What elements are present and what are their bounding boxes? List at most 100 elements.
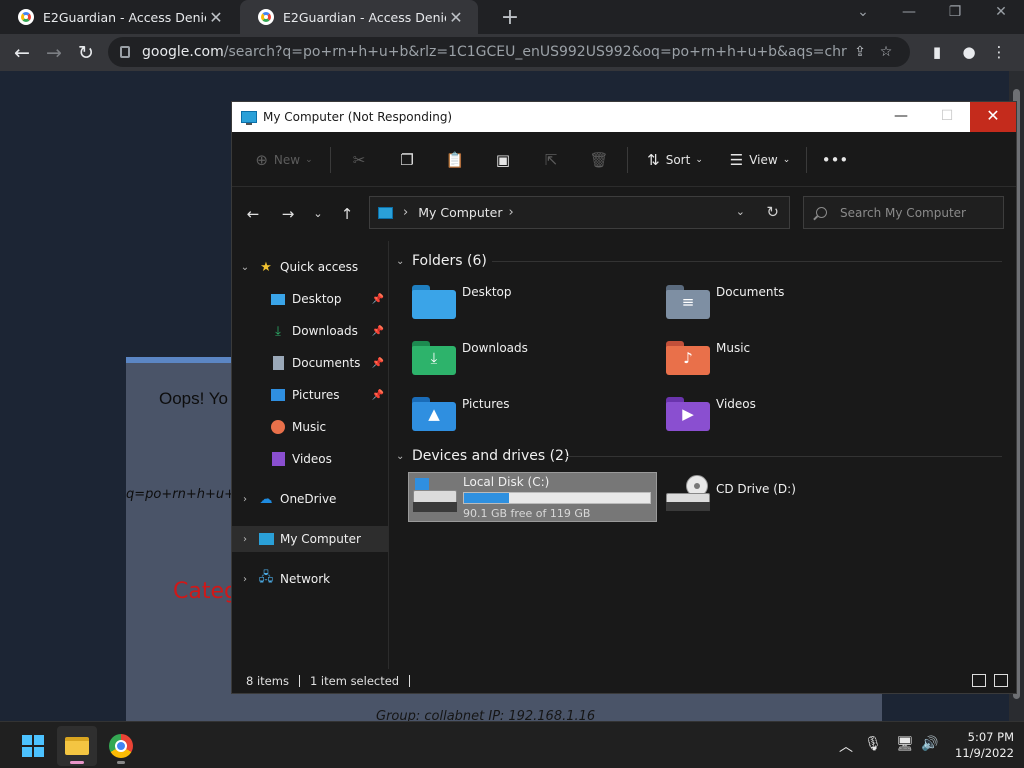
share-button[interactable]: ⇱ [527,143,575,177]
nav-quick-access[interactable]: ⌄ ★ Quick access [232,254,388,280]
reload-icon[interactable]: ↻ [70,37,102,69]
close-tab-icon[interactable]: ✕ [446,8,466,27]
rename-button[interactable]: ▣ [479,143,527,177]
side-panel-icon[interactable]: ▮ [925,40,949,64]
tab-title: E2Guardian - Access Denied [43,9,206,25]
new-button[interactable]: ⊕ New ⌄ [242,143,326,177]
search-icon [816,207,827,218]
address-dropdown-icon[interactable]: ⌄ [736,205,745,218]
volume-icon[interactable]: 🔊 [919,736,941,752]
taskbar: ︿ 🎙 🖥 🔊 5:07 PM 11/9/2022 [0,721,1024,768]
folder-music[interactable]: ♪ Music [662,337,902,387]
start-button[interactable] [13,726,53,766]
view-icon: ☰ [729,150,744,169]
refresh-icon[interactable]: ↻ [766,203,779,221]
command-bar: ⊕ New ⌄ ✂ ❐ 📋 ▣ ⇱ 🗑 ⇅ Sort ⌄ ☰ View ⌄ ••• [232,133,1016,187]
search-box[interactable]: Search My Computer [803,196,1004,229]
scissors-icon: ✂ [352,150,366,169]
url-text[interactable]: google.com/search?q=po+rn+h+u+b&rlz=1C1G… [142,44,847,60]
navigation-pane: ⌄ ★ Quick access Desktop 📌 ⤓ Downloads 📌 Do… [232,241,389,669]
chrome-taskbar-button[interactable] [101,726,141,766]
maximize-button[interactable]: ☐ [924,102,970,132]
view-button[interactable]: ☰ View ⌄ [718,143,802,177]
folder-pictures[interactable]: ▲ Pictures [408,393,648,443]
drive-name: Local Disk (C:) [463,475,550,489]
nav-pictures[interactable]: Pictures 📌 [232,382,388,408]
window-titlebar[interactable]: My Computer (Not Responding) — ☐ ✕ [232,102,1016,132]
pin-icon: 📌 [371,357,384,369]
nav-downloads[interactable]: ⤓ Downloads 📌 [232,318,388,344]
nav-desktop[interactable]: Desktop 📌 [232,286,388,312]
clipboard-icon: 📋 [445,150,465,169]
profile-icon[interactable]: ● [957,40,981,64]
folder-videos[interactable]: ▶ Videos [662,393,902,443]
details-view-icon[interactable] [972,674,986,687]
minimize-icon[interactable]: — [894,4,924,20]
pin-icon: 📌 [371,389,384,401]
tiles-view-icon[interactable] [994,674,1008,687]
minimize-button[interactable]: — [878,102,924,132]
folder-documents[interactable]: ≡ Documents [662,281,902,331]
google-favicon-icon [18,9,34,25]
microphone-icon[interactable]: 🎙 [862,736,884,752]
forward-icon[interactable]: → [38,37,70,69]
folder-icon: ▶ [666,397,710,431]
tab-search-icon[interactable]: ⌄ [848,4,878,20]
back-icon[interactable]: ← [238,203,268,225]
close-tab-icon[interactable]: ✕ [206,8,226,27]
drive-local-disk-c[interactable]: Local Disk (C:) 90.1 GB free of 119 GB [408,472,657,522]
share-icon[interactable]: ⇪ [847,44,873,60]
delete-button[interactable]: 🗑 [575,143,623,177]
nav-documents[interactable]: Documents 📌 [232,350,388,376]
more-button[interactable]: ••• [811,143,859,177]
hard-drive-icon [413,476,457,516]
copy-icon: ❐ [400,150,414,169]
back-icon[interactable]: ← [6,37,38,69]
copy-button[interactable]: ❐ [383,143,431,177]
browser-tab-active[interactable]: E2Guardian - Access Denied ✕ [240,0,478,34]
folder-desktop[interactable]: Desktop [408,281,648,331]
nav-music[interactable]: Music [232,414,388,440]
drive-cd-d[interactable]: CD Drive (D:) [662,472,902,522]
cloud-icon: ☁ [259,491,273,507]
close-button[interactable]: ✕ [970,102,1016,132]
sort-button[interactable]: ⇅ Sort ⌄ [632,143,718,177]
forward-icon[interactable]: → [273,203,303,225]
star-icon: ★ [260,259,272,275]
clock[interactable]: 5:07 PM 11/9/2022 [940,729,1014,761]
blocked-query: q=po+rn+h+u+b [126,487,244,502]
search-placeholder: Search My Computer [840,205,966,220]
menu-kebab-icon[interactable]: ⋮ [987,40,1011,64]
computer-icon [241,111,257,125]
bookmark-star-icon[interactable]: ☆ [873,44,899,60]
nav-my-computer[interactable]: › My Computer [232,526,388,552]
new-tab-button[interactable]: + [498,5,522,30]
network-icon[interactable]: 🖥 [894,736,916,752]
restore-icon[interactable]: ❐ [940,4,970,20]
drives-section-header[interactable]: ⌄ Devices and drives (2) [396,444,569,468]
folder-downloads[interactable]: ⤓ Downloads [408,337,648,387]
address-box[interactable]: › My Computer › ⌄ ↻ [369,196,790,229]
nav-videos[interactable]: Videos [232,446,388,472]
network-icon: 🖧 [258,570,274,585]
address-bar[interactable]: google.com/search?q=po+rn+h+u+b&rlz=1C1G… [108,37,910,67]
folders-section-header[interactable]: ⌄ Folders (6) [396,249,487,273]
nav-onedrive[interactable]: › ☁ OneDrive [232,486,388,512]
sort-icon: ⇅ [647,150,660,169]
show-hidden-icons-chevron-icon[interactable]: ︿ [835,736,857,756]
music-icon [270,419,286,435]
chrome-icon [109,734,133,758]
file-explorer-taskbar-button[interactable] [57,726,97,766]
document-icon [270,355,286,371]
up-icon[interactable]: ↑ [332,203,362,225]
paste-button[interactable]: 📋 [431,143,479,177]
block-category: Categ [173,579,238,604]
selection-count: 1 item selected [309,674,400,688]
windows-logo-icon [22,735,44,757]
drive-usage-fill [464,493,510,503]
recent-locations-icon[interactable]: ⌄ [303,203,333,225]
browser-tab[interactable]: E2Guardian - Access Denied ✕ [0,0,238,34]
cut-button[interactable]: ✂ [335,143,383,177]
nav-network[interactable]: › 🖧 Network [232,566,388,592]
close-window-icon[interactable]: ✕ [986,4,1016,20]
